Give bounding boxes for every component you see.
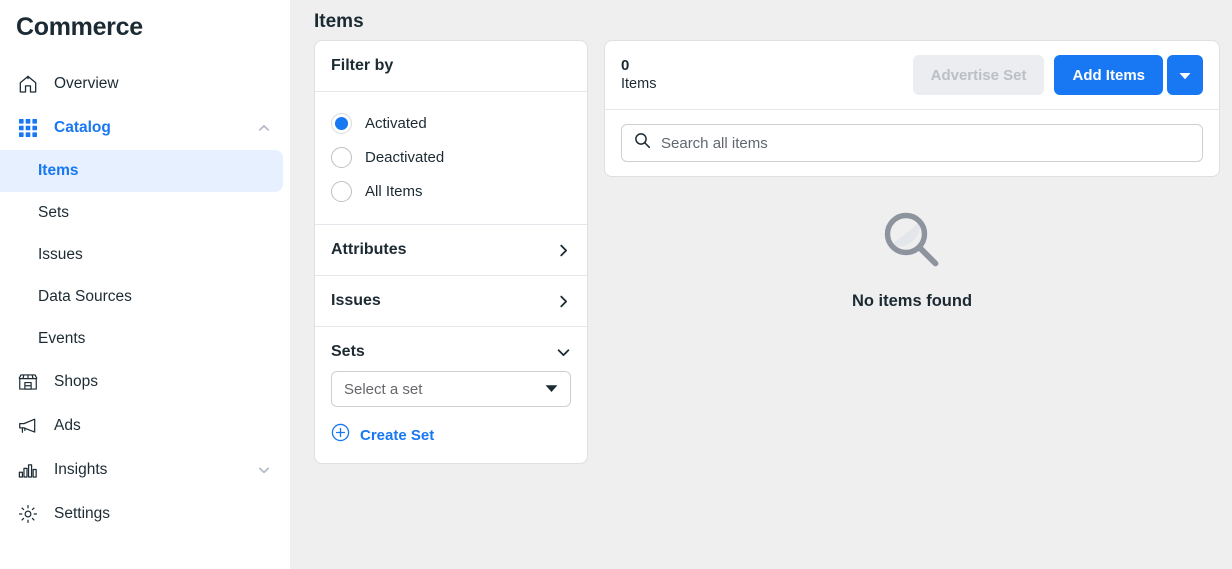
sidebar-item-label: Events [38, 330, 86, 347]
sidebar-item-issues[interactable]: Issues [0, 234, 283, 276]
filter-section-label: Sets [331, 343, 365, 360]
gear-icon [16, 502, 40, 526]
radio-activated[interactable]: Activated [331, 106, 571, 140]
create-set-button[interactable]: Create Set [331, 423, 571, 447]
set-select-placeholder: Select a set [344, 380, 423, 398]
empty-state-label: No items found [851, 292, 973, 310]
sidebar-item-sets[interactable]: Sets [0, 192, 283, 234]
chevron-down-icon [555, 344, 571, 360]
sidebar-item-label: Ads [54, 417, 81, 434]
empty-state: No items found [604, 177, 1220, 311]
sidebar-item-label: Items [38, 162, 79, 179]
sidebar-item-insights[interactable]: Insights [0, 448, 290, 492]
items-count-block: 0 Items [621, 56, 913, 94]
brand-title: Commerce [16, 13, 143, 41]
search-all-items-field[interactable]: Search all items [621, 124, 1203, 162]
sidebar-item-ads[interactable]: Ads [0, 404, 290, 448]
sidebar-item-label: Data Sources [38, 288, 132, 305]
app-root: Commerce Overview Catalog Items Sets Iss… [0, 0, 1232, 569]
caret-down-icon [545, 380, 558, 398]
sidebar-item-shops[interactable]: Shops [0, 360, 290, 404]
caret-down-icon [1179, 67, 1191, 84]
sidebar-item-data-sources[interactable]: Data Sources [0, 276, 283, 318]
radio-empty-icon [331, 180, 352, 202]
sidebar-item-label: Insights [54, 461, 108, 478]
filter-panel-heading: Filter by [315, 41, 587, 92]
items-count: 0 [621, 57, 630, 74]
sidebar-item-label: Issues [38, 246, 83, 263]
sidebar-item-catalog[interactable]: Catalog [0, 106, 290, 150]
radio-all-items[interactable]: All Items [331, 174, 571, 208]
items-column: 0 Items Advertise Set Add Items Search a… [604, 40, 1220, 311]
chevron-up-icon[interactable] [256, 120, 272, 136]
radio-label: All Items [365, 182, 423, 200]
radio-label: Activated [365, 114, 427, 132]
items-count-label: Items [621, 76, 657, 92]
sidebar: Commerce Overview Catalog Items Sets Iss… [0, 0, 290, 569]
sidebar-item-overview[interactable]: Overview [0, 62, 290, 106]
megaphone-icon [16, 414, 40, 438]
plus-circle-icon [331, 423, 350, 447]
items-panel: 0 Items Advertise Set Add Items Search a… [604, 40, 1220, 177]
radio-empty-icon [331, 146, 352, 168]
chevron-down-icon[interactable] [256, 462, 272, 478]
filter-section-attributes[interactable]: Attributes [315, 225, 587, 276]
add-items-button[interactable]: Add Items [1054, 55, 1163, 95]
bar-chart-icon [16, 458, 40, 482]
sidebar-item-label: Settings [54, 505, 111, 522]
sidebar-item-label: Sets [38, 204, 70, 221]
sets-body: Select a set Create Set [315, 371, 587, 463]
search-icon [634, 132, 651, 154]
items-panel-header: 0 Items Advertise Set Add Items [605, 41, 1219, 110]
filter-panel: Filter by Activated Deactivated All Item… [314, 40, 588, 464]
sidebar-item-label: Catalog [54, 119, 111, 136]
sidebar-item-settings[interactable]: Settings [0, 492, 290, 536]
set-select[interactable]: Select a set [331, 371, 571, 407]
filter-section-issues[interactable]: Issues [315, 276, 587, 327]
grid-icon [16, 116, 40, 140]
sidebar-item-label: Shops [54, 373, 98, 390]
home-icon [16, 72, 40, 96]
sidebar-item-label: Overview [54, 75, 119, 92]
search-row: Search all items [605, 110, 1219, 176]
magnifier-icon [875, 203, 949, 282]
advertise-set-button[interactable]: Advertise Set [912, 55, 1045, 95]
radio-selected-icon [331, 112, 352, 134]
sidebar-item-items[interactable]: Items [0, 150, 283, 192]
add-items-dropdown-button[interactable] [1167, 55, 1203, 95]
chevron-right-icon [555, 242, 571, 258]
chevron-right-icon [555, 293, 571, 309]
filter-section-label: Attributes [331, 241, 407, 258]
content-columns: Filter by Activated Deactivated All Item… [314, 40, 1220, 464]
radio-label: Deactivated [365, 148, 445, 166]
sidebar-nav: Overview Catalog Items Sets Issues Data … [0, 62, 290, 536]
storefront-icon [16, 370, 40, 394]
filter-section-label: Issues [331, 292, 381, 309]
page-title: Items [314, 11, 364, 32]
sidebar-item-events[interactable]: Events [0, 318, 283, 360]
main-content: Items Filter by Activated Deactivated Al… [290, 0, 1232, 569]
radio-deactivated[interactable]: Deactivated [331, 140, 571, 174]
search-placeholder: Search all items [661, 134, 768, 152]
filter-section-sets[interactable]: Sets [315, 327, 587, 371]
create-set-label: Create Set [360, 426, 435, 444]
status-filter-group: Activated Deactivated All Items [315, 92, 587, 225]
